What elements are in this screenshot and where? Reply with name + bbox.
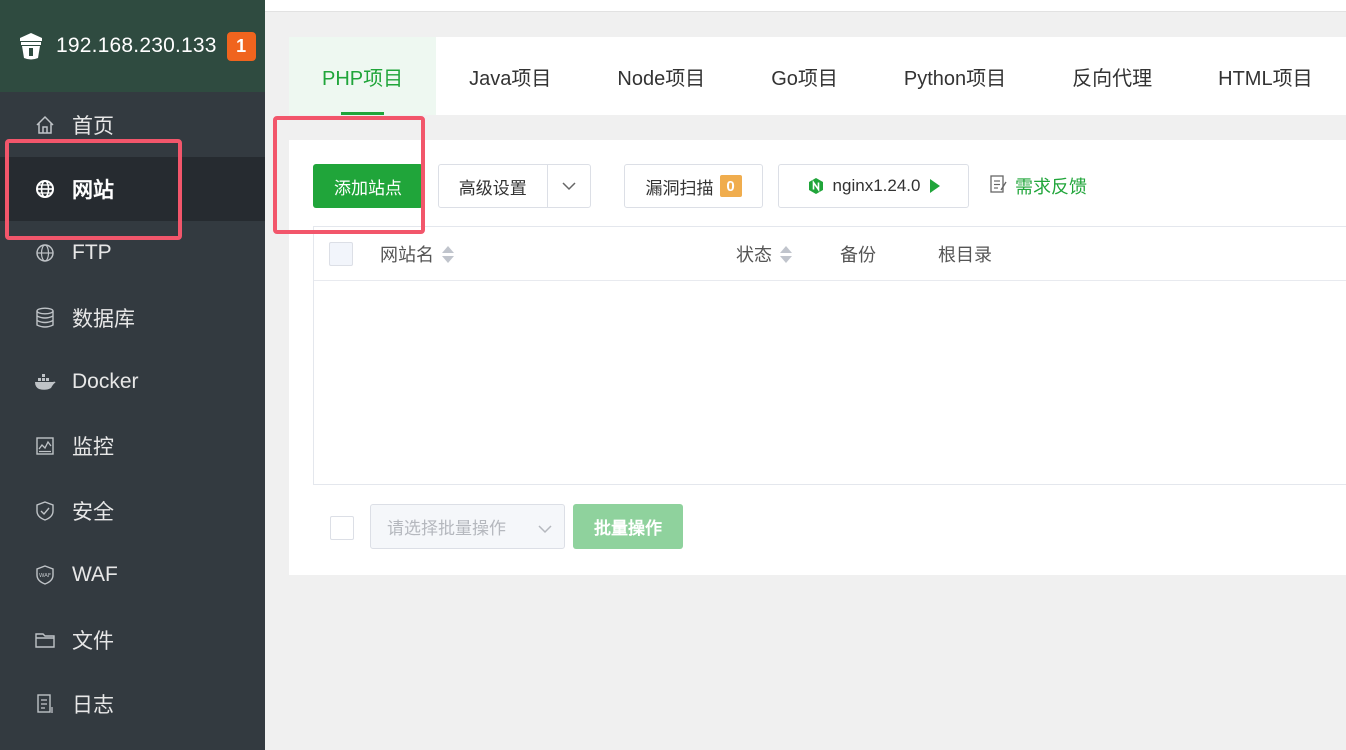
sidebar: 192.168.230.133 1 首页 网站 FTP 数据库 Docker 监… [0,0,265,750]
chevron-down-icon[interactable] [548,181,590,191]
batch-select-placeholder: 请选择批量操作 [387,519,506,538]
advanced-settings-label: 高级设置 [458,178,527,198]
sidebar-header: 192.168.230.133 1 [0,0,265,92]
folder-icon [34,629,56,651]
sidebar-item-docker[interactable]: Docker [0,350,265,414]
tab-go[interactable]: Go项目 [738,37,871,115]
chevron-down-icon [538,519,552,539]
tab-html[interactable]: HTML项目 [1185,37,1345,115]
column-status[interactable]: 状态 [736,227,792,281]
batch-action-select[interactable]: 请选择批量操作 [370,504,565,549]
site-table: 网站名 状态 备份 根目录 [313,226,1346,485]
table-header: 网站名 状态 备份 根目录 [314,227,1346,281]
nginx-version: nginx1.24.0 [832,176,921,195]
sidebar-item-label: FTP [72,241,112,264]
sidebar-item-label: 文件 [72,630,114,653]
vuln-scan-button[interactable]: 漏洞扫描 0 [624,164,763,208]
column-status-label: 状态 [736,245,772,265]
tab-php[interactable]: PHP项目 [289,37,437,115]
sidebar-item-label: Docker [72,370,139,393]
column-root-dir: 根目录 [938,245,992,265]
top-strip [265,0,1346,12]
advanced-settings-button[interactable]: 高级设置 [438,164,591,208]
sidebar-item-label: 首页 [72,115,114,138]
feedback-label: 需求反馈 [1015,177,1087,197]
project-tabs: PHP项目 Java项目 Node项目 Go项目 Python项目 反向代理 H… [289,37,1346,115]
sidebar-item-label: 数据库 [72,308,135,331]
sidebar-item-database[interactable]: 数据库 [0,286,265,350]
shield-icon [34,500,56,522]
nginx-icon [807,177,825,195]
sidebar-item-waf[interactable]: WAF WAF [0,543,265,607]
select-all-checkbox[interactable] [329,242,353,266]
server-ip: 192.168.230.133 [56,34,217,57]
sidebar-item-logs[interactable]: 日志 [0,672,265,736]
sidebar-item-monitor[interactable]: 监控 [0,414,265,478]
svg-text:WAF: WAF [39,573,51,579]
database-icon [34,307,56,329]
highlight-frame-website [5,139,182,240]
batch-select-checkbox[interactable] [330,516,354,540]
column-site-name[interactable]: 网站名 [380,227,454,281]
vuln-scan-label: 漏洞扫描 [645,178,714,198]
sidebar-item-label: 安全 [72,501,114,524]
column-backup: 备份 [840,245,876,265]
docker-icon [34,371,56,393]
ftp-globe-icon [34,242,56,264]
tab-node[interactable]: Node项目 [584,37,738,115]
batch-action-button[interactable]: 批量操作 [573,504,683,549]
tab-python[interactable]: Python项目 [871,37,1039,115]
sidebar-item-security[interactable]: 安全 [0,479,265,543]
edit-note-icon [989,174,1007,199]
highlight-frame-add-site [273,116,425,234]
sort-icon[interactable] [780,245,792,263]
site-panel: 添加站点 高级设置 漏洞扫描 0 nginx1.24.0 需求反馈 网站名 状态… [289,140,1346,575]
play-icon [930,179,941,193]
vuln-count-badge: 0 [719,175,742,197]
column-site-name-label: 网站名 [380,245,434,265]
sort-icon[interactable] [442,245,454,263]
tab-reverse-proxy[interactable]: 反向代理 [1039,37,1185,115]
feedback-link[interactable]: 需求反馈 [989,164,1087,208]
home-icon [34,114,56,136]
sidebar-item-label: 日志 [72,694,114,717]
nginx-service-button[interactable]: nginx1.24.0 [778,164,969,208]
bt-logo-icon [16,31,46,61]
sidebar-item-label: 监控 [72,436,114,459]
tab-java[interactable]: Java项目 [436,37,584,115]
sidebar-item-label: WAF [72,563,118,586]
monitor-icon [34,435,56,457]
notification-badge[interactable]: 1 [226,31,256,61]
log-icon [34,693,56,715]
waf-shield-icon: WAF [34,564,56,586]
sidebar-item-files[interactable]: 文件 [0,608,265,672]
